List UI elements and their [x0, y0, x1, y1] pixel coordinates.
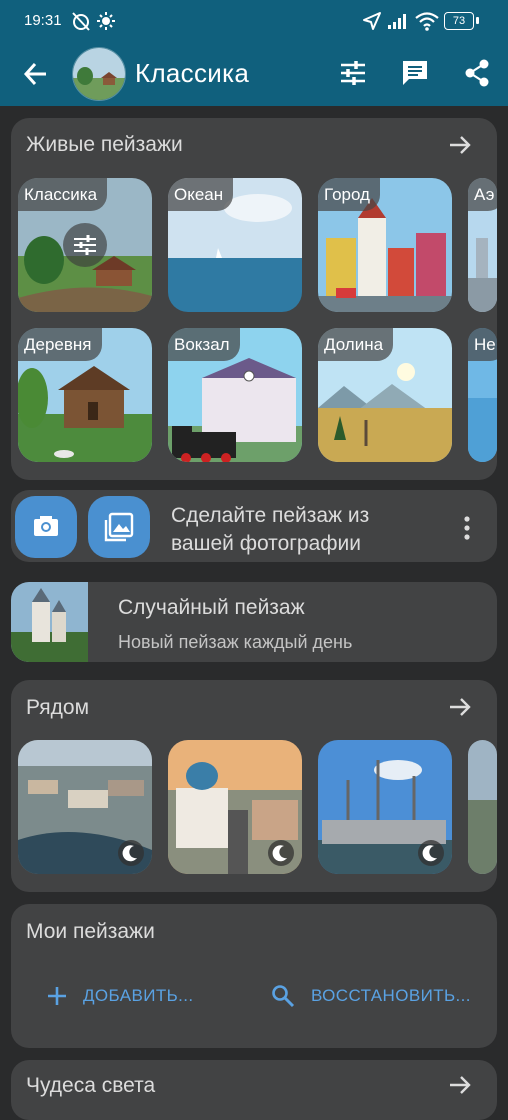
night-mode-icon	[418, 840, 444, 866]
alarm-off-icon	[72, 12, 90, 31]
my-landscapes-card: Мои пейзажи ДОБАВИТЬ... ВОССТАНОВИТЬ...	[11, 904, 497, 1048]
tile-label: Долина	[318, 328, 394, 361]
landscape-tile-valley[interactable]: Долина	[318, 328, 452, 462]
random-landscape-title: Случайный пейзаж	[118, 596, 305, 619]
signal-icon	[388, 14, 406, 29]
app-bar: Классика	[0, 42, 508, 106]
gallery-button[interactable]	[88, 496, 150, 558]
my-landscapes-title: Мои пейзажи	[26, 920, 155, 943]
nearby-tile[interactable]	[168, 740, 302, 874]
more-vert-icon[interactable]	[463, 516, 471, 540]
status-bar: 19:31 73	[0, 0, 508, 42]
tile-label: Классика	[18, 178, 108, 211]
location-arrow-icon	[363, 12, 381, 30]
restore-landscape-button[interactable]: ВОССТАНОВИТЬ...	[311, 986, 471, 1006]
live-landscapes-title: Живые пейзажи	[26, 133, 183, 156]
tile-label: Аэ	[468, 178, 497, 211]
arrow-right-icon[interactable]	[447, 1072, 473, 1098]
nearby-tile[interactable]	[318, 740, 452, 874]
camera-button[interactable]	[15, 496, 77, 558]
photo-prompt-line2: вашей фотографии	[171, 532, 362, 555]
sun-icon	[97, 12, 115, 30]
battery-icon: 73	[444, 12, 474, 30]
tile-label: Город	[318, 178, 380, 211]
avatar[interactable]	[72, 47, 126, 101]
landscape-tile-sky[interactable]: Не	[468, 328, 497, 462]
photo-landscape-card: Сделайте пейзаж из вашей фотографии	[11, 490, 497, 562]
nearby-tile[interactable]	[18, 740, 152, 874]
wifi-icon	[415, 12, 439, 31]
nearby-card: Рядом	[11, 680, 497, 892]
status-time: 19:31	[24, 12, 62, 29]
tile-label: Деревня	[18, 328, 102, 361]
message-icon[interactable]	[400, 58, 430, 88]
share-icon[interactable]	[462, 58, 492, 88]
landscape-tile-classic[interactable]: Классика	[18, 178, 152, 312]
plus-icon	[48, 987, 66, 1005]
live-landscapes-card: Живые пейзажи Классика Океан Город Аэ Де…	[11, 118, 497, 480]
gallery-icon	[104, 512, 134, 542]
nearby-title: Рядом	[26, 696, 90, 719]
tile-label: Вокзал	[168, 328, 240, 361]
arrow-right-icon[interactable]	[447, 694, 473, 720]
nearby-tile[interactable]	[468, 740, 497, 874]
search-icon	[272, 985, 295, 1008]
random-landscape-subtitle: Новый пейзаж каждый день	[118, 632, 353, 652]
night-mode-icon	[268, 840, 294, 866]
photo-prompt: Сделайте пейзаж из вашей фотографии	[171, 502, 369, 558]
camera-icon	[34, 516, 58, 536]
photo-prompt-line1: Сделайте пейзаж из	[171, 504, 370, 527]
landscape-tile-station[interactable]: Вокзал	[168, 328, 302, 462]
wonders-title: Чудеса света	[26, 1074, 156, 1097]
landscape-tile-ocean[interactable]: Океан	[168, 178, 302, 312]
wonders-card: Чудеса света	[11, 1060, 497, 1120]
tile-label: Океан	[168, 178, 234, 211]
tile-label: Не	[468, 328, 497, 361]
landscape-tile-village[interactable]: Деревня	[18, 328, 152, 462]
page-title: Классика	[135, 58, 250, 88]
random-landscape-thumbnail	[11, 582, 88, 662]
landscape-tile-city[interactable]: Город	[318, 178, 452, 312]
landscape-tile-airport[interactable]: Аэ	[468, 178, 497, 312]
back-arrow-icon[interactable]	[22, 60, 50, 88]
battery-level: 73	[452, 15, 466, 27]
settings-sliders-icon[interactable]	[338, 58, 368, 88]
battery-tip	[476, 17, 479, 24]
random-landscape-card[interactable]: Случайный пейзаж Новый пейзаж каждый ден…	[11, 582, 497, 662]
arrow-right-icon[interactable]	[447, 132, 473, 158]
add-landscape-button[interactable]: ДОБАВИТЬ...	[83, 986, 194, 1006]
night-mode-icon	[118, 840, 144, 866]
